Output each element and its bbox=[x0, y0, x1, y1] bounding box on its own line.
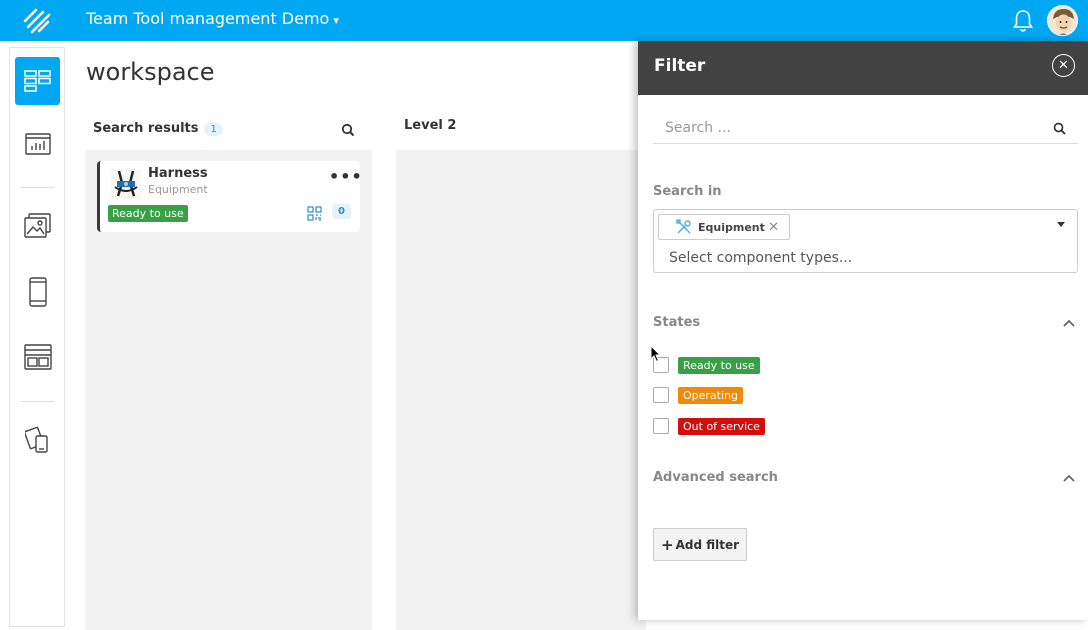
state-checkbox[interactable] bbox=[653, 387, 669, 403]
sidebar-item-gallery[interactable] bbox=[15, 202, 60, 250]
app-title-dropdown[interactable]: Team Tool management Demo ▾ bbox=[86, 9, 339, 28]
mobile-icon bbox=[28, 277, 47, 307]
top-bar: Team Tool management Demo ▾ bbox=[0, 0, 1088, 41]
column-title: Search results bbox=[93, 121, 199, 136]
sidebar-divider bbox=[21, 187, 54, 188]
remove-chip-icon[interactable]: ✕ bbox=[768, 220, 779, 235]
search-in-label: Search in bbox=[653, 184, 722, 199]
card-subtitle: Equipment bbox=[148, 183, 208, 196]
qr-code-icon[interactable] bbox=[307, 206, 322, 221]
close-button[interactable]: ✕ bbox=[1052, 54, 1075, 77]
avatar-face-icon bbox=[1053, 9, 1074, 35]
add-filter-button[interactable]: + Add filter bbox=[653, 528, 747, 561]
column-header-level-2: Level 2 bbox=[404, 118, 457, 133]
status-badge: Ready to use bbox=[108, 205, 188, 222]
sidebar-item-workspace[interactable] bbox=[15, 57, 60, 105]
selected-chip-equipment: Equipment ✕ bbox=[658, 214, 790, 240]
state-tag: Operating bbox=[678, 386, 743, 404]
card-title: Harness bbox=[148, 166, 208, 181]
filter-title: Filter bbox=[654, 56, 706, 76]
user-avatar[interactable] bbox=[1047, 5, 1078, 36]
dropdown-arrow-icon[interactable] bbox=[1057, 222, 1065, 227]
level-2-column bbox=[396, 150, 646, 630]
page-title: workspace bbox=[86, 58, 215, 86]
component-type-select[interactable]: Equipment ✕ Select component types... bbox=[653, 209, 1078, 273]
harness-thumbnail bbox=[111, 169, 141, 199]
state-option-operating: Operating bbox=[653, 385, 743, 405]
state-tag: Ready to use bbox=[678, 356, 760, 374]
logo-icon[interactable] bbox=[22, 4, 52, 34]
search-icon[interactable] bbox=[1053, 122, 1066, 135]
close-icon: ✕ bbox=[1058, 58, 1069, 73]
app-title: Team Tool management Demo bbox=[86, 9, 330, 28]
results-count-badge: 1 bbox=[204, 123, 223, 136]
column-header-search-results: Search results 1 bbox=[93, 121, 223, 136]
chevron-up-icon[interactable] bbox=[1063, 319, 1075, 327]
card-count-badge: 0 bbox=[332, 204, 351, 219]
devices-icon bbox=[24, 426, 48, 453]
advanced-search-label: Advanced search bbox=[653, 470, 778, 485]
sidebar-item-mobile[interactable] bbox=[15, 268, 60, 316]
mouse-cursor-icon bbox=[650, 345, 662, 363]
add-filter-label: Add filter bbox=[675, 537, 740, 552]
chip-label: Equipment bbox=[698, 220, 765, 234]
tools-icon bbox=[676, 219, 691, 234]
state-tag: Out of service bbox=[678, 417, 765, 435]
sidebar bbox=[9, 47, 65, 627]
layout-icon bbox=[23, 344, 52, 370]
sidebar-item-dashboard[interactable] bbox=[15, 120, 60, 168]
workspace-icon bbox=[23, 70, 51, 92]
sidebar-item-devices[interactable] bbox=[15, 416, 60, 464]
chevron-down-icon: ▾ bbox=[333, 14, 339, 27]
states-label: States bbox=[653, 315, 701, 330]
state-checkbox[interactable] bbox=[653, 418, 669, 434]
state-option-out-of-service: Out of service bbox=[653, 416, 765, 436]
sidebar-divider bbox=[21, 401, 54, 402]
dashboard-icon bbox=[24, 133, 51, 155]
chevron-up-icon[interactable] bbox=[1063, 474, 1075, 482]
state-option-ready: Ready to use bbox=[653, 355, 760, 375]
sidebar-item-layout[interactable] bbox=[15, 333, 60, 381]
filter-header: Filter ✕ bbox=[638, 41, 1088, 95]
result-card[interactable]: Harness Equipment ••• Ready to use 0 bbox=[97, 161, 363, 232]
filter-panel: Filter ✕ Search in Equipment ✕ Select co… bbox=[638, 41, 1088, 620]
gallery-icon bbox=[23, 213, 51, 238]
search-icon[interactable] bbox=[341, 123, 355, 137]
more-options-icon[interactable]: ••• bbox=[329, 167, 363, 186]
filter-search-field bbox=[653, 117, 1078, 144]
bell-icon[interactable] bbox=[1012, 9, 1034, 33]
filter-search-input[interactable] bbox=[653, 117, 1033, 139]
select-placeholder: Select component types... bbox=[669, 250, 853, 266]
plus-icon: + bbox=[660, 535, 674, 554]
